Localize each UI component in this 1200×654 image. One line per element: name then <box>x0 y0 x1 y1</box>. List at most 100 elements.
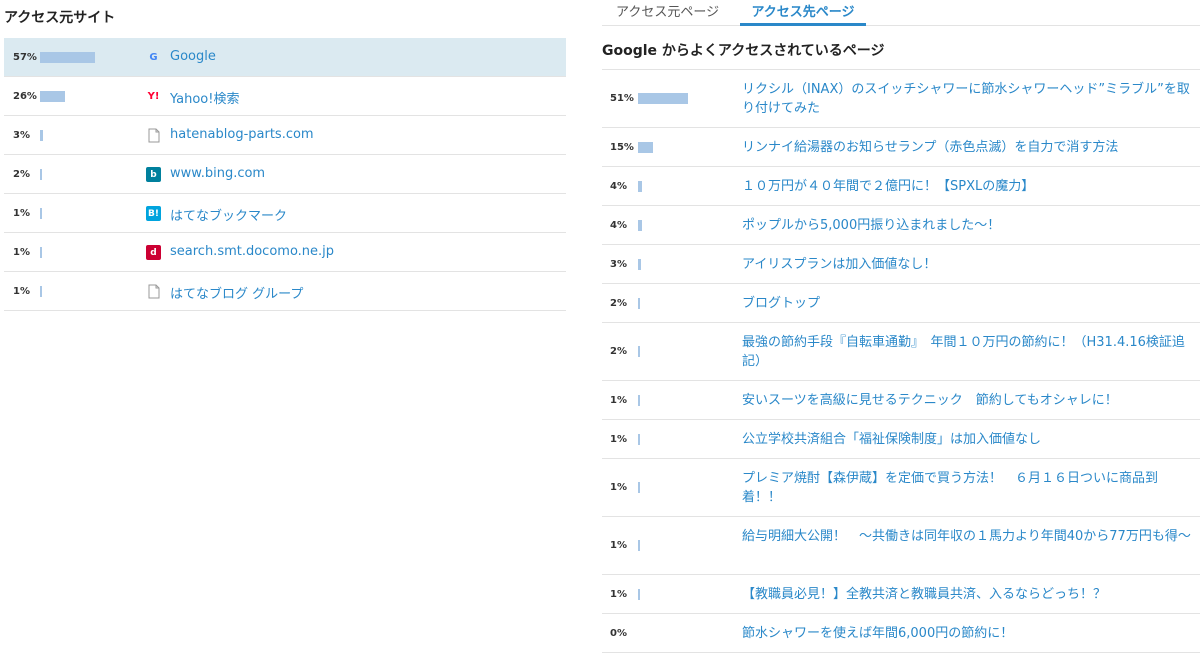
page-link[interactable]: 公立学校共済組合「福祉保険制度」は加入価値なし <box>742 430 1192 449</box>
share-bar <box>638 258 641 270</box>
share-percent: 1% <box>13 285 30 297</box>
referrer-link[interactable]: Google <box>170 49 216 64</box>
referrer-link[interactable]: hatenablog-parts.com <box>170 127 314 142</box>
share-percent: 51% <box>610 93 634 104</box>
share-bar-track <box>638 258 698 270</box>
share-bar-track <box>40 246 140 258</box>
page-row[interactable]: 15% リンナイ給湯器のお知らせランプ（赤色点滅）を自力で消す方法 <box>602 128 1200 167</box>
page-link[interactable]: 節水シャワーを使えば年間6,000円の節約に！ <box>742 624 1192 643</box>
share-percent: 2% <box>610 346 627 357</box>
share-percent: 57% <box>13 51 37 63</box>
share-percent: 15% <box>610 141 634 153</box>
page-row[interactable]: 2% 最強の節約手段『自転車通勤』 年間１０万円の節約に！（H31.4.16検証追… <box>602 323 1200 381</box>
page-link[interactable]: プレミア焼酎【森伊蔵】を定価で買う方法！ ６月１６日ついに商品到着！！ <box>742 469 1192 507</box>
share-bar <box>638 482 640 493</box>
referrer-list: 57% G Google 26% Y! Yahoo!検索 3% hatenablog-part… <box>4 38 566 311</box>
share-bar-track <box>638 141 698 153</box>
page-row[interactable]: 0% 節水シャワーを使えば年間6,000円の節約に！ <box>602 614 1200 653</box>
page-row[interactable]: 3% アイリスプランは加入価値なし！ <box>602 245 1200 284</box>
share-bar-track <box>638 346 698 357</box>
share-percent: 3% <box>610 258 627 270</box>
share-percent: 1% <box>13 207 30 219</box>
referrer-row[interactable]: 57% G Google <box>4 38 566 77</box>
page-list: 51% リクシル（INAX）のスイッチシャワーに節水シャワーヘッド”ミラブル”を取… <box>602 69 1200 653</box>
share-bar-track <box>638 433 698 445</box>
share-bar-track <box>40 285 140 297</box>
share-bar <box>638 588 640 600</box>
share-percent: 4% <box>610 180 627 192</box>
page-row[interactable]: 51% リクシル（INAX）のスイッチシャワーに節水シャワーヘッド”ミラブル”を取… <box>602 70 1200 128</box>
page-link[interactable]: ポップルから5,000円振り込まれました～！ <box>742 216 1192 235</box>
share-bar-track <box>638 297 698 309</box>
share-bar <box>40 168 42 180</box>
tab-bar: アクセス元ページ アクセス先ページ <box>602 0 1200 26</box>
page-row[interactable]: 4% ポップルから5,000円振り込まれました～！ <box>602 206 1200 245</box>
page-icon <box>146 128 161 143</box>
tab-referrer-pages[interactable]: アクセス元ページ <box>616 1 719 26</box>
share-bar <box>638 297 640 309</box>
docomo-icon: d <box>146 245 161 260</box>
share-bar-track <box>638 482 698 493</box>
page-icon <box>146 284 161 299</box>
share-bar <box>40 51 95 63</box>
referrer-row[interactable]: 26% Y! Yahoo!検索 <box>4 77 566 116</box>
referrer-link[interactable]: はてなブックマーク <box>170 205 287 224</box>
referrer-row[interactable]: 1% B! はてなブックマーク <box>4 194 566 233</box>
page-link[interactable]: ブログトップ <box>742 294 1192 313</box>
page-link[interactable]: １０万円が４０年間で２億円に！【SPXLの魔力】 <box>742 177 1192 196</box>
referrer-row[interactable]: 1% はてなブログ グループ <box>4 272 566 311</box>
panel-title: アクセス元サイト <box>4 10 116 26</box>
page-row[interactable]: 4% １０万円が４０年間で２億円に！【SPXLの魔力】 <box>602 167 1200 206</box>
page-row[interactable]: 1% 給与明細大公開！ ～共働きは同年収の１馬力より年間40から77万円も得～ <box>602 517 1200 575</box>
page-link[interactable]: 最強の節約手段『自転車通勤』 年間１０万円の節約に！（H31.4.16検証追記） <box>742 333 1192 371</box>
page-link[interactable]: アイリスプランは加入価値なし！ <box>742 255 1192 274</box>
page-link[interactable]: リクシル（INAX）のスイッチシャワーに節水シャワーヘッド”ミラブル”を取り付け… <box>742 80 1192 118</box>
share-percent: 2% <box>610 297 627 309</box>
share-bar-track <box>40 51 140 63</box>
share-bar <box>638 433 640 445</box>
referrer-link[interactable]: はてなブログ グループ <box>170 283 303 302</box>
share-percent: 3% <box>13 129 30 141</box>
page-link[interactable]: 安いスーツを高級に見せるテクニック 節約してもオシャレに！ <box>742 391 1192 410</box>
page-row[interactable]: 1% 公立学校共済組合「福祉保険制度」は加入価値なし <box>602 420 1200 459</box>
share-bar-track <box>40 129 140 141</box>
page-row[interactable]: 2% ブログトップ <box>602 284 1200 323</box>
section-heading: Google からよくアクセスされているページ <box>602 43 885 59</box>
share-bar-track <box>638 180 698 192</box>
share-percent: 1% <box>610 482 627 493</box>
share-bar <box>40 129 43 141</box>
referrer-row[interactable]: 3% hatenablog-parts.com <box>4 116 566 155</box>
share-bar-track <box>638 588 698 600</box>
share-bar <box>638 180 642 192</box>
share-percent: 1% <box>13 246 30 258</box>
page-link[interactable]: リンナイ給湯器のお知らせランプ（赤色点滅）を自力で消す方法 <box>742 138 1192 157</box>
share-percent: 2% <box>13 168 30 180</box>
share-bar-track <box>40 90 140 102</box>
share-bar <box>638 540 640 551</box>
page-row[interactable]: 1% 安いスーツを高級に見せるテクニック 節約してもオシャレに！ <box>602 381 1200 420</box>
share-bar <box>638 93 688 104</box>
page-row[interactable]: 1% 【教職員必見！】全教共済と教職員共済、入るならどっち！？ <box>602 575 1200 614</box>
yahoo-icon: Y! <box>147 91 160 102</box>
share-percent: 1% <box>610 588 627 600</box>
share-bar-track <box>638 394 698 406</box>
google-icon: G <box>149 52 158 63</box>
share-bar-track <box>638 540 698 551</box>
page-link[interactable]: 【教職員必見！】全教共済と教職員共済、入るならどっち！？ <box>742 585 1192 604</box>
referrer-link[interactable]: www.bing.com <box>170 166 265 181</box>
share-bar <box>638 346 640 357</box>
page-row[interactable]: 1% プレミア焼酎【森伊蔵】を定価で買う方法！ ６月１６日ついに商品到着！！ <box>602 459 1200 517</box>
referrer-link[interactable]: search.smt.docomo.ne.jp <box>170 244 334 259</box>
share-bar-track <box>638 219 698 231</box>
page-link[interactable]: 給与明細大公開！ ～共働きは同年収の１馬力より年間40から77万円も得～ <box>742 527 1192 546</box>
referrer-row[interactable]: 2% b www.bing.com <box>4 155 566 194</box>
share-bar <box>40 285 42 297</box>
share-bar <box>638 141 653 153</box>
share-bar <box>40 207 42 219</box>
share-bar-track <box>40 168 140 180</box>
referrer-row[interactable]: 1% d search.smt.docomo.ne.jp <box>4 233 566 272</box>
share-bar <box>40 90 65 102</box>
referrer-link[interactable]: Yahoo!検索 <box>170 88 239 107</box>
share-percent: 4% <box>610 219 627 231</box>
tab-landing-pages[interactable]: アクセス先ページ <box>740 1 866 26</box>
